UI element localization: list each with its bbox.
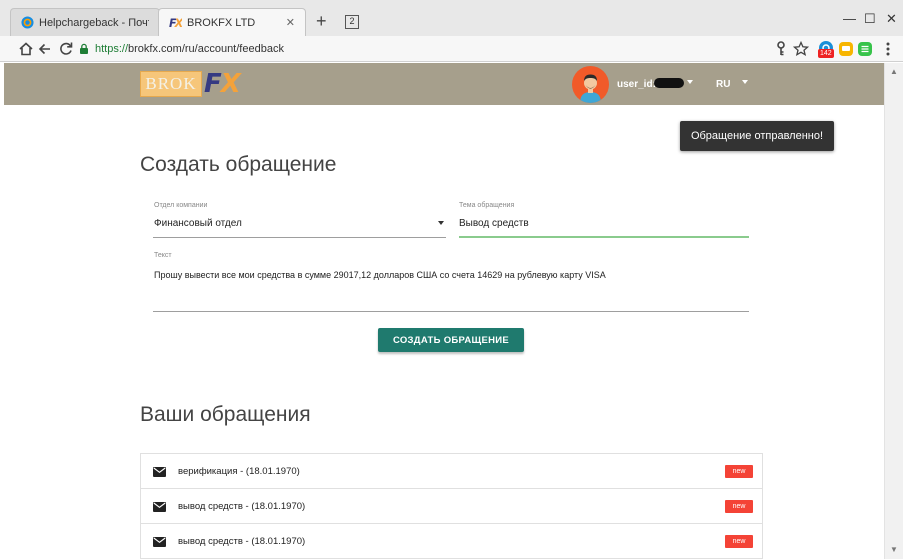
request-text: верификация - (18.01.1970) (178, 466, 300, 477)
status-badge: new (725, 500, 753, 513)
subject-label: Тема обращения (459, 202, 515, 209)
reload-icon[interactable] (56, 39, 76, 59)
user-dropdown-caret-icon[interactable] (687, 80, 693, 84)
screen: Helpchargeback - Почта Mail.Ru F X BROKF… (0, 0, 903, 559)
browser-toolbar: https:// brokfx.com/ru/account/feedback (0, 36, 903, 62)
subject-input[interactable]: Вывод средств (459, 218, 529, 229)
bookmark-star-icon[interactable] (792, 40, 810, 58)
tab-title: Helpchargeback - Почта Mail.Ru (39, 16, 149, 29)
logo-fx: FX (204, 69, 241, 99)
url-text: brokfx.com/ru/account/feedback (128, 43, 284, 55)
user-id-redacted (654, 78, 684, 88)
language-selector[interactable]: RU (716, 79, 730, 90)
select-caret-icon[interactable] (438, 221, 444, 225)
page-viewport: BROK FX user_id: RU Обращение отправленн… (4, 63, 884, 559)
site-header: BROK FX user_id: RU (4, 63, 884, 105)
create-request-button[interactable]: СОЗДАТЬ ОБРАЩЕНИЕ (378, 328, 524, 352)
new-tab-button[interactable]: + (316, 12, 327, 30)
brokfx-logo[interactable]: BROK FX (140, 69, 241, 99)
create-request-title: Создать обращение (140, 153, 337, 176)
url-scheme: https:// (95, 43, 129, 55)
request-text: вывод средств - (18.01.1970) (178, 501, 306, 512)
language-caret-icon[interactable] (742, 80, 748, 84)
status-badge: new (725, 535, 753, 548)
envelope-icon (153, 467, 166, 477)
list-item[interactable]: вывод средств - (18.01.1970) new (141, 489, 762, 524)
extension-badge: 142 (818, 49, 834, 58)
extension-chat-icon[interactable] (837, 40, 855, 58)
back-arrow-icon[interactable] (35, 39, 55, 59)
svg-text:X: X (174, 17, 182, 29)
text-underline (153, 311, 749, 312)
logo-brok: BROK (140, 71, 202, 97)
avatar[interactable] (572, 66, 609, 103)
page-scrollbar[interactable]: ▲ ▼ (884, 63, 903, 559)
brokfx-favicon-icon: F X (169, 17, 182, 29)
tab-mail[interactable]: Helpchargeback - Почта Mail.Ru (10, 8, 160, 36)
close-window-button[interactable]: ✕ (886, 11, 897, 27)
text-label: Текст (154, 252, 172, 259)
lock-icon (80, 43, 88, 54)
home-icon[interactable] (16, 39, 36, 59)
tab-count-button[interactable]: 2 (345, 15, 359, 29)
tab-brokfx[interactable]: F X BROKFX LTD ✕ (158, 8, 306, 36)
text-textarea[interactable]: Прошу вывести все мои средства в сумме 2… (154, 270, 606, 280)
extension-list-icon[interactable] (856, 40, 874, 58)
list-item[interactable]: вывод средств - (18.01.1970) new (141, 524, 762, 559)
department-select[interactable]: Финансовый отдел (154, 218, 242, 229)
browser-tabstrip: Helpchargeback - Почта Mail.Ru F X BROKF… (0, 0, 903, 36)
list-item[interactable]: верификация - (18.01.1970) new (141, 454, 762, 489)
user-avatar-icon (580, 74, 601, 103)
department-underline (153, 237, 446, 238)
tab-title: BROKFX LTD (187, 16, 256, 29)
envelope-icon (153, 502, 166, 512)
success-toast: Обращение отправленно! (680, 121, 834, 151)
logo-f: F (204, 69, 222, 99)
requests-list: верификация - (18.01.1970) new вывод сре… (140, 453, 763, 559)
department-label: Отдел компании (154, 202, 208, 209)
address-bar[interactable]: https:// brokfx.com/ru/account/feedback (78, 39, 768, 59)
envelope-icon (153, 537, 166, 547)
maximize-button[interactable]: ☐ (864, 11, 876, 27)
status-badge: new (725, 465, 753, 478)
request-text: вывод средств - (18.01.1970) (178, 536, 306, 547)
mail-ru-favicon-icon (21, 16, 34, 29)
subject-underline (459, 236, 749, 238)
close-tab-icon[interactable]: ✕ (286, 16, 295, 29)
menu-kebab-icon[interactable] (879, 40, 897, 58)
scroll-down-arrow-icon[interactable]: ▼ (890, 545, 898, 554)
requests-title: Ваши обращения (140, 403, 311, 426)
key-icon[interactable] (772, 40, 790, 58)
user-id-label[interactable]: user_id: (617, 79, 656, 90)
logo-x: X (220, 69, 241, 99)
scroll-up-arrow-icon[interactable]: ▲ (890, 67, 898, 76)
minimize-button[interactable]: — (843, 11, 856, 26)
